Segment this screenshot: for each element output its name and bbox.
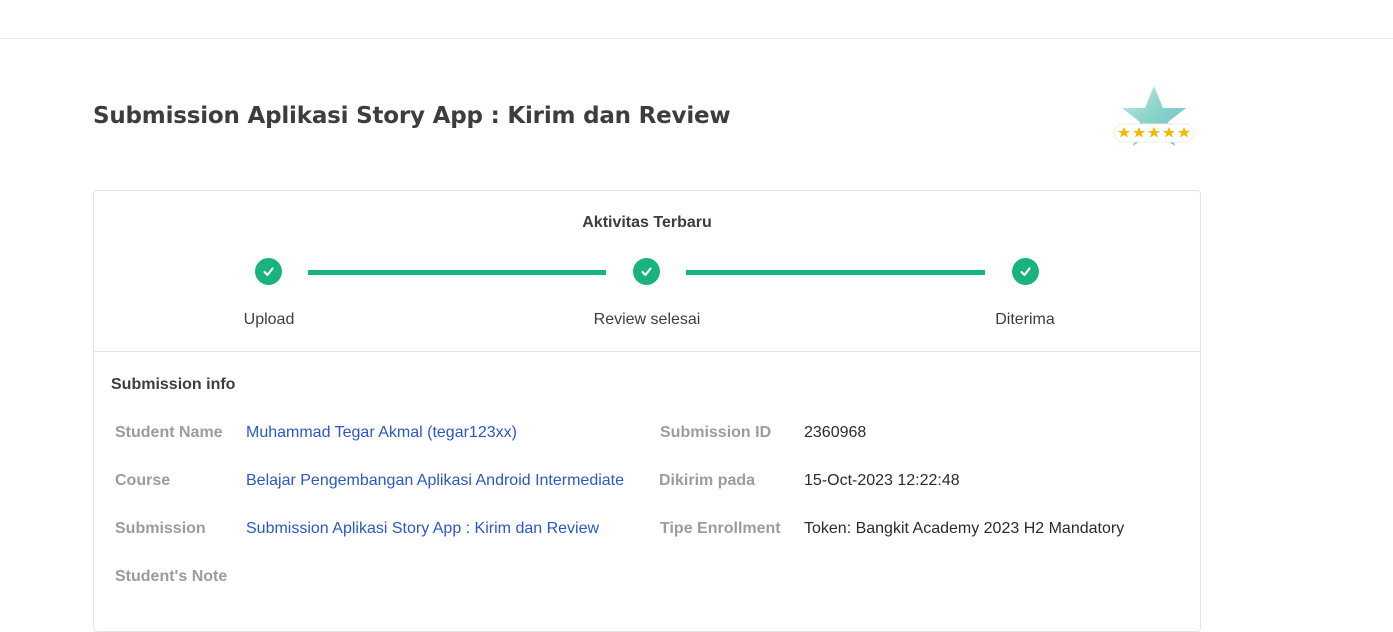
student-note-label: Student's Note xyxy=(115,568,228,585)
step-connector-1 xyxy=(308,270,606,275)
submission-id-label: Submission ID xyxy=(660,424,772,441)
step-connector-2 xyxy=(686,270,985,275)
step-review-check-icon xyxy=(633,258,660,285)
page-title: Submission Aplikasi Story App : Kirim da… xyxy=(93,103,731,129)
step-upload-check-icon xyxy=(255,258,282,285)
step-accepted-check-icon xyxy=(1012,258,1039,285)
submission-info-title: Submission info xyxy=(111,376,236,393)
course-link[interactable]: Belajar Pengembangan Aplikasi Android In… xyxy=(246,472,624,490)
section-divider xyxy=(94,351,1200,352)
step-label-upload: Upload xyxy=(243,311,295,328)
submission-id-value: 2360968 xyxy=(804,424,867,441)
star-rating-badge-icon xyxy=(1110,84,1198,152)
sent-at-label: Dikirim pada xyxy=(659,472,756,489)
submission-card: Aktivitas Terbaru Upload Review selesai … xyxy=(93,190,1201,632)
top-navigation-bar xyxy=(0,0,1393,39)
student-name-link[interactable]: Muhammad Tegar Akmal (tegar123xx) xyxy=(246,424,517,442)
step-label-accepted: Diterima xyxy=(995,311,1055,328)
enrollment-type-label: Tipe Enrollment xyxy=(660,520,781,537)
sent-at-value: 15-Oct-2023 12:22:48 xyxy=(804,472,960,489)
activity-title: Aktivitas Terbaru xyxy=(582,214,712,231)
step-label-review: Review selesai xyxy=(593,311,701,328)
submission-link[interactable]: Submission Aplikasi Story App : Kirim da… xyxy=(246,520,599,538)
submission-label: Submission xyxy=(115,520,206,537)
course-label: Course xyxy=(115,472,171,489)
enrollment-type-value: Token: Bangkit Academy 2023 H2 Mandatory xyxy=(804,520,1125,537)
student-name-label: Student Name xyxy=(115,424,223,441)
